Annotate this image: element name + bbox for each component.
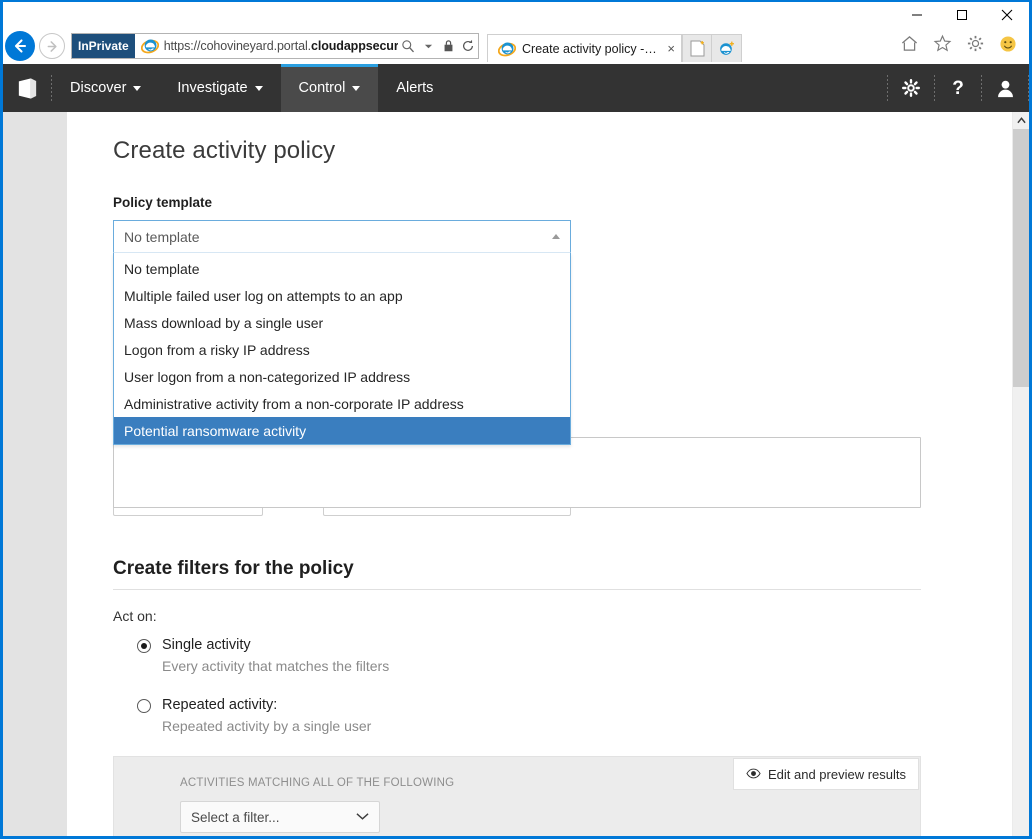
policy-template-option[interactable]: Mass download by a single user (114, 309, 570, 336)
chevron-down-icon (352, 85, 361, 91)
policy-template-label: Policy template (113, 195, 213, 210)
home-icon[interactable] (900, 34, 919, 58)
nav-right-icons: ? (887, 64, 1029, 112)
policy-template-option-selected[interactable]: Potential ransomware activity (114, 417, 570, 444)
smiley-icon[interactable] (999, 35, 1017, 58)
browser-toolbar: InPrivate https://cohovineyard.portal.cl… (3, 28, 1029, 64)
filter-select-value: Select a filter... (191, 809, 280, 825)
main-content: Create activity policy Policy template N… (67, 112, 1012, 836)
close-icon[interactable] (984, 2, 1029, 28)
inprivate-badge: InPrivate (72, 34, 135, 58)
chevron-down-icon[interactable] (418, 34, 438, 58)
policy-template-option[interactable]: User logon from a non-categorized IP add… (114, 363, 570, 390)
page-body: Create activity policy Policy template N… (3, 112, 1029, 836)
filter-select[interactable]: Select a filter... (180, 801, 380, 833)
window-controls (894, 2, 1029, 28)
maximize-icon[interactable] (939, 2, 984, 28)
close-icon[interactable]: × (667, 42, 675, 55)
filters-panel: ACTIVITIES MATCHING ALL OF THE FOLLOWING… (113, 756, 921, 836)
filters-section-heading: Create filters for the policy (113, 558, 921, 590)
left-rail (3, 112, 67, 836)
url-text: https://cohovineyard.portal.cloudappsecu… (163, 39, 398, 53)
policy-template-option[interactable]: Multiple failed user log on attempts to … (114, 282, 570, 309)
nav-item-investigate[interactable]: Investigate (159, 64, 280, 112)
policy-template-input[interactable]: No template (113, 220, 571, 253)
radio-repeated-activity[interactable]: Repeated activity: Repeated activity by … (113, 696, 1012, 734)
lock-icon[interactable] (438, 34, 458, 58)
new-inprivate-tab-button[interactable] (712, 34, 742, 62)
radio-text-block: Single activity Every activity that matc… (162, 636, 389, 674)
nav-item-label: Discover (70, 80, 127, 96)
page-title: Create activity policy (113, 137, 336, 164)
nav-item-label: Control (298, 80, 346, 96)
ie-logo-icon (498, 42, 516, 56)
help-icon[interactable]: ? (935, 64, 981, 112)
edit-preview-results-label: Edit and preview results (767, 766, 906, 782)
address-bar[interactable]: InPrivate https://cohovineyard.portal.cl… (71, 33, 479, 59)
ie-logo-icon (140, 39, 159, 54)
policy-template-option[interactable]: No template (114, 255, 570, 282)
refresh-icon[interactable] (458, 34, 478, 58)
radio-button-icon[interactable] (137, 639, 151, 653)
nav-item-label: Alerts (396, 80, 434, 96)
policy-template-options-list: No template Multiple failed user log on … (113, 253, 571, 445)
browser-right-icons (900, 34, 1025, 58)
chevron-down-icon (133, 85, 142, 91)
svg-text:?: ? (952, 78, 964, 99)
app-navigation-bar: Discover Investigate Control Alerts ? (3, 64, 1029, 112)
radio-subtitle: Repeated activity by a single user (162, 718, 372, 734)
tab-strip: Create activity policy - Offi... × (487, 31, 742, 62)
act-on-label: Act on: (113, 608, 157, 624)
policy-template-option[interactable]: Logon from a risky IP address (114, 336, 570, 363)
minimize-icon[interactable] (894, 2, 939, 28)
app-launcher-icon[interactable] (3, 64, 51, 112)
nav-item-label: Investigate (177, 80, 248, 96)
chevron-up-icon (552, 234, 560, 239)
policy-template-combobox: No template No template Multiple failed … (113, 220, 571, 445)
forward-button[interactable] (39, 33, 65, 59)
tab-title: Create activity policy - Offi... (522, 41, 659, 56)
nav-item-alerts[interactable]: Alerts (378, 64, 451, 112)
chevron-down-icon (356, 810, 369, 824)
edit-preview-results-button[interactable]: Edit and preview results (732, 758, 919, 790)
browser-tab[interactable]: Create activity policy - Offi... × (487, 34, 682, 62)
policy-template-option[interactable]: Administrative activity from a non-corpo… (114, 390, 570, 417)
chevron-down-icon (254, 85, 263, 91)
browser-window: InPrivate https://cohovineyard.portal.cl… (0, 0, 1032, 839)
vertical-scrollbar[interactable] (1012, 112, 1029, 836)
nav-divider (1028, 75, 1029, 101)
radio-text-block: Repeated activity: Repeated activity by … (162, 696, 371, 734)
radio-title: Repeated activity: (162, 697, 278, 713)
policy-template-value: No template (124, 228, 200, 245)
radio-single-activity[interactable]: Single activity Every activity that matc… (113, 636, 1012, 674)
gear-icon[interactable] (966, 34, 985, 58)
gear-icon[interactable] (888, 64, 934, 112)
favorites-star-icon[interactable] (933, 34, 952, 58)
nav-item-control[interactable]: Control (280, 64, 379, 112)
policy-form: Policy template No template No template … (113, 195, 1012, 836)
scrollbar-thumb[interactable] (1013, 129, 1029, 387)
radio-button-icon[interactable] (137, 699, 151, 713)
search-icon[interactable] (398, 34, 418, 58)
back-button[interactable] (5, 31, 35, 61)
radio-subtitle: Every activity that matches the filters (162, 658, 390, 674)
title-bar (3, 2, 1029, 28)
user-icon[interactable] (982, 64, 1028, 112)
radio-title: Single activity (162, 637, 251, 653)
nav-item-discover[interactable]: Discover (52, 64, 159, 112)
new-tab-button[interactable] (682, 34, 712, 62)
eye-icon (746, 767, 761, 782)
scroll-up-button[interactable] (1013, 112, 1029, 129)
policy-description-textarea[interactable] (113, 437, 921, 508)
